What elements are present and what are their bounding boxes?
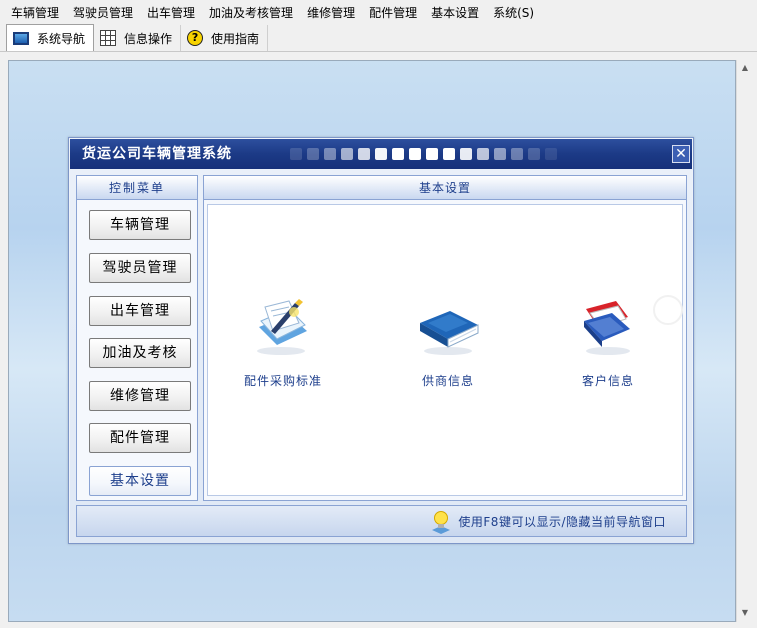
feature-label: 供商信息 <box>421 374 474 388</box>
close-icon: ✕ <box>675 146 687 162</box>
nav-vehicle-button[interactable]: 车辆管理 <box>89 210 191 240</box>
dialog-status-bar: 使用F8键可以显示/隐藏当前导航窗口 <box>76 505 687 537</box>
monitor-icon <box>13 31 29 45</box>
feature-area: 配件采购标准 供商信息 客户信息 <box>207 204 683 496</box>
lightbulb-icon <box>430 510 452 534</box>
nav-repair-button[interactable]: 维修管理 <box>89 381 191 411</box>
dialog-body: 控制菜单 车辆管理 驾驶员管理 出车管理 加油及考核 维修管理 配件管理 基本设… <box>70 169 692 543</box>
control-menu-panel: 控制菜单 车辆管理 驾驶员管理 出车管理 加油及考核 维修管理 配件管理 基本设… <box>76 175 198 501</box>
scroll-down-icon[interactable]: ▼ <box>740 608 750 618</box>
feature-customer-info[interactable]: 客户信息 <box>553 297 663 389</box>
dialog-title: 货运公司车辆管理系统 <box>82 146 232 162</box>
nav-dispatch-button[interactable]: 出车管理 <box>89 296 191 326</box>
settings-panel-header: 基本设置 <box>204 176 686 200</box>
red-blue-folder-icon <box>576 297 640 357</box>
tab-label: 使用指南 <box>211 31 260 46</box>
menu-fuel[interactable]: 加油及考核管理 <box>202 0 300 24</box>
tab-system-nav[interactable]: 系统导航 <box>6 24 95 51</box>
tab-info-ops[interactable]: 信息操作 <box>94 25 182 51</box>
menu-repair[interactable]: 维修管理 <box>300 0 362 24</box>
scroll-up-icon[interactable]: ▲ <box>740 63 750 73</box>
title-decoration <box>290 148 557 160</box>
menu-bar: 车辆管理 驾驶员管理 出车管理 加油及考核管理 维修管理 配件管理 基本设置 系… <box>0 0 757 24</box>
help-icon: ? <box>187 30 204 46</box>
feature-label: 客户信息 <box>581 374 634 388</box>
close-button[interactable]: ✕ <box>672 145 690 163</box>
settings-panel: 基本设置 配件采购标准 供商信息 客户信息 <box>203 175 687 501</box>
tab-user-guide[interactable]: ? 使用指南 <box>181 25 269 51</box>
menu-parts[interactable]: 配件管理 <box>362 0 424 24</box>
menu-vehicle[interactable]: 车辆管理 <box>4 0 66 24</box>
control-menu-header: 控制菜单 <box>77 176 197 200</box>
nav-parts-button[interactable]: 配件管理 <box>89 423 191 453</box>
tip-text: 使用F8键可以显示/隐藏当前导航窗口 <box>458 515 666 529</box>
toolbar: 系统导航 信息操作 ? 使用指南 <box>0 24 757 52</box>
menu-system[interactable]: 系统(S) <box>486 0 541 24</box>
navigation-dialog: 货运公司车辆管理系统 ✕ 控制菜单 车辆管理 驾驶员管理 出车管理 加油及考核 … <box>68 137 694 544</box>
dialog-title-bar[interactable]: 货运公司车辆管理系统 ✕ <box>70 139 692 169</box>
nav-settings-button[interactable]: 基本设置 <box>89 466 191 496</box>
menu-settings[interactable]: 基本设置 <box>424 0 486 24</box>
vertical-scrollbar[interactable]: ▲ ▼ <box>736 60 752 622</box>
tab-label: 信息操作 <box>124 31 173 46</box>
nav-driver-button[interactable]: 驾驶员管理 <box>89 253 191 283</box>
grid-icon <box>100 30 117 46</box>
feature-parts-purchase-standard[interactable]: 配件采购标准 <box>228 297 338 389</box>
nav-fuel-button[interactable]: 加油及考核 <box>89 338 191 368</box>
feature-label: 配件采购标准 <box>243 374 322 388</box>
feature-supplier-info[interactable]: 供商信息 <box>393 297 503 389</box>
blue-book-icon <box>416 297 480 357</box>
f8-tip: 使用F8键可以显示/隐藏当前导航窗口 <box>430 506 666 538</box>
tab-label: 系统导航 <box>37 31 86 46</box>
menu-dispatch[interactable]: 出车管理 <box>140 0 202 24</box>
document-pen-icon <box>251 297 315 357</box>
menu-driver[interactable]: 驾驶员管理 <box>66 0 140 24</box>
